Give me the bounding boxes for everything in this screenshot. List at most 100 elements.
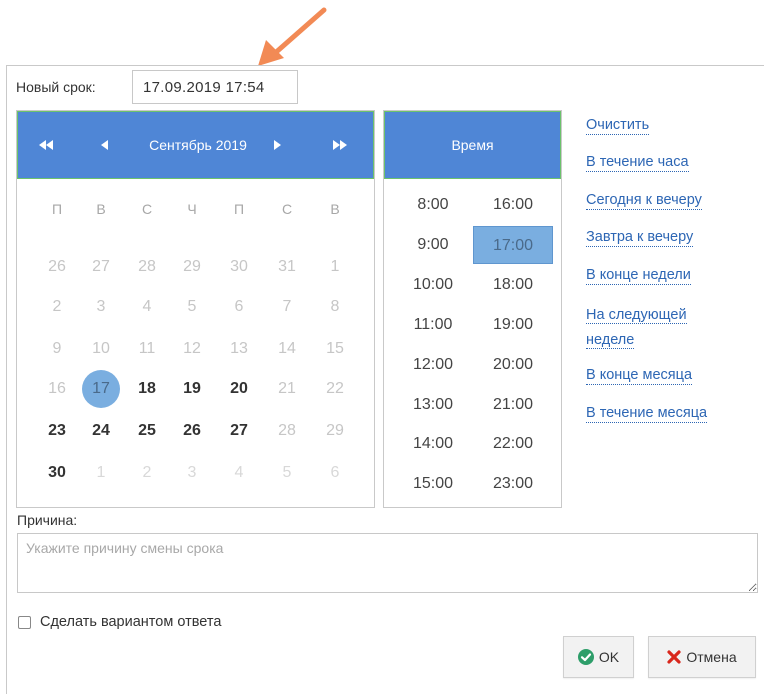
calendar-day[interactable]: 30 bbox=[219, 247, 259, 287]
quick-link-within-hour[interactable]: В течение часа bbox=[586, 153, 689, 172]
calendar-day-label: 15 bbox=[326, 340, 344, 357]
calendar-day[interactable]: 1 bbox=[81, 453, 121, 493]
calendar-day[interactable]: 30 bbox=[37, 453, 77, 493]
calendar-day[interactable]: 8 bbox=[315, 287, 355, 327]
calendar-day[interactable]: 6 bbox=[315, 453, 355, 493]
quick-link-end-of-week[interactable]: В конце недели bbox=[586, 266, 691, 285]
answer-option-checkbox[interactable] bbox=[18, 615, 31, 629]
calendar-day[interactable]: 27 bbox=[219, 411, 259, 451]
quick-link-today-evening[interactable]: Сегодня к вечеру bbox=[586, 191, 702, 210]
quick-link-within-month[interactable]: В течение месяца bbox=[586, 404, 708, 423]
weekday-header: Ч bbox=[187, 201, 197, 217]
time-slot[interactable]: 22:00 bbox=[473, 425, 553, 463]
time-slot[interactable]: 21:00 bbox=[473, 386, 553, 424]
weekday-header: В bbox=[330, 201, 340, 217]
calendar-day-label: 4 bbox=[142, 298, 152, 315]
calendar-day[interactable]: 27 bbox=[81, 247, 121, 287]
calendar-day[interactable]: 26 bbox=[37, 247, 77, 287]
calendar-day-label: 13 bbox=[230, 340, 248, 357]
calendar-day[interactable]: 12 bbox=[172, 329, 212, 369]
prev-year-button[interactable] bbox=[26, 112, 66, 178]
time-slot[interactable]: 14:00 bbox=[393, 425, 473, 463]
quick-link-next-week-line2: неделе bbox=[586, 332, 635, 349]
calendar-day-label: 29 bbox=[326, 422, 344, 439]
time-slot[interactable]: 15:00 bbox=[393, 465, 473, 503]
calendar-day-label: 26 bbox=[48, 258, 66, 275]
calendar-day[interactable]: 15 bbox=[315, 329, 355, 369]
calendar-day[interactable]: 7 bbox=[267, 287, 307, 327]
calendar-day[interactable]: 10 bbox=[81, 329, 121, 369]
new-deadline-input[interactable] bbox=[132, 70, 298, 104]
calendar-day-label: 8 bbox=[330, 298, 340, 315]
calendar-day[interactable]: 14 bbox=[267, 329, 307, 369]
time-slot[interactable]: 8:00 bbox=[393, 186, 473, 224]
calendar-day[interactable]: 25 bbox=[127, 411, 167, 451]
month-title[interactable]: Сентябрь 2019 bbox=[138, 112, 258, 178]
quick-link-tomorrow-evening[interactable]: Завтра к вечеру bbox=[586, 228, 694, 247]
time-slot[interactable]: 20:00 bbox=[473, 346, 553, 384]
quick-link-clear[interactable]: Очистить bbox=[586, 116, 650, 135]
time-slot[interactable]: 9:00 bbox=[393, 226, 473, 264]
next-year-button[interactable] bbox=[320, 112, 360, 178]
quick-link-end-of-month[interactable]: В конце месяца bbox=[586, 366, 693, 385]
calendar-day[interactable]: 11 bbox=[127, 329, 167, 369]
calendar-day[interactable]: 5 bbox=[172, 287, 212, 327]
calendar-day-label: 27 bbox=[92, 258, 110, 275]
calendar-day[interactable]: 26 bbox=[172, 411, 212, 451]
reason-textarea[interactable] bbox=[17, 533, 758, 593]
time-slot[interactable]: 12:00 bbox=[393, 346, 473, 384]
answer-option-row[interactable]: Сделать вариантом ответа bbox=[18, 614, 221, 630]
calendar-day[interactable]: 13 bbox=[219, 329, 259, 369]
quick-link-next-week-line1: На следующей bbox=[586, 307, 687, 324]
calendar-day[interactable]: 6 bbox=[219, 287, 259, 327]
calendar-day[interactable]: 20 bbox=[219, 369, 259, 409]
calendar-day[interactable]: 1 bbox=[315, 247, 355, 287]
cancel-button[interactable]: Отмена bbox=[648, 636, 756, 678]
calendar-day[interactable]: 2 bbox=[37, 287, 77, 327]
double-left-arrow-icon bbox=[39, 140, 53, 150]
time-slot[interactable]: 10:00 bbox=[393, 266, 473, 304]
calendar-day-label: 28 bbox=[138, 258, 156, 275]
time-slot[interactable]: 23:00 bbox=[473, 465, 553, 503]
calendar-day[interactable]: 9 bbox=[37, 329, 77, 369]
calendar-day[interactable]: 23 bbox=[37, 411, 77, 451]
calendar-day-label: 21 bbox=[278, 380, 296, 397]
calendar-day[interactable]: 29 bbox=[315, 411, 355, 451]
calendar-day-label: 12 bbox=[183, 340, 201, 357]
calendar-day[interactable]: 19 bbox=[172, 369, 212, 409]
time-slot-selected[interactable]: 17:00 bbox=[473, 226, 553, 264]
calendar-day[interactable]: 2 bbox=[127, 453, 167, 493]
calendar-day[interactable]: 22 bbox=[315, 369, 355, 409]
calendar-day[interactable]: 29 bbox=[172, 247, 212, 287]
calendar-day[interactable]: 28 bbox=[127, 247, 167, 287]
time-slot[interactable]: 19:00 bbox=[473, 306, 553, 344]
answer-option-label[interactable]: Сделать вариантом ответа bbox=[40, 614, 221, 630]
calendar-day-label: 1 bbox=[330, 258, 340, 275]
calendar-day[interactable]: 28 bbox=[267, 411, 307, 451]
calendar-day[interactable]: 4 bbox=[127, 287, 167, 327]
week-row: 26 27 28 29 30 31 1 bbox=[17, 247, 376, 287]
calendar-day-label: 3 bbox=[187, 464, 197, 481]
calendar-day[interactable]: 3 bbox=[172, 453, 212, 493]
prev-month-button[interactable] bbox=[84, 112, 124, 178]
ok-button[interactable]: OK bbox=[563, 636, 634, 678]
next-month-button[interactable] bbox=[258, 112, 298, 178]
calendar-day-label: 6 bbox=[330, 464, 340, 481]
calendar-day[interactable]: 21 bbox=[267, 369, 307, 409]
time-slot[interactable]: 16:00 bbox=[473, 186, 553, 224]
calendar-day-label: 2 bbox=[52, 298, 62, 315]
calendar-day[interactable]: 16 bbox=[37, 369, 77, 409]
calendar-day-selected[interactable]: 17 bbox=[81, 369, 121, 409]
calendar-day-label: 22 bbox=[326, 380, 344, 397]
calendar-day[interactable]: 18 bbox=[127, 369, 167, 409]
calendar-day[interactable]: 4 bbox=[219, 453, 259, 493]
time-slot[interactable]: 18:00 bbox=[473, 266, 553, 304]
calendar-day[interactable]: 31 bbox=[267, 247, 307, 287]
time-slot[interactable]: 11:00 bbox=[393, 306, 473, 344]
calendar-day[interactable]: 3 bbox=[81, 287, 121, 327]
calendar-day[interactable]: 24 bbox=[81, 411, 121, 451]
quick-link-next-week[interactable]: На следующей неделе bbox=[586, 303, 687, 353]
weekday-row: ПВСЧПСВ bbox=[17, 189, 376, 229]
calendar-day[interactable]: 5 bbox=[267, 453, 307, 493]
time-slot[interactable]: 13:00 bbox=[393, 386, 473, 424]
